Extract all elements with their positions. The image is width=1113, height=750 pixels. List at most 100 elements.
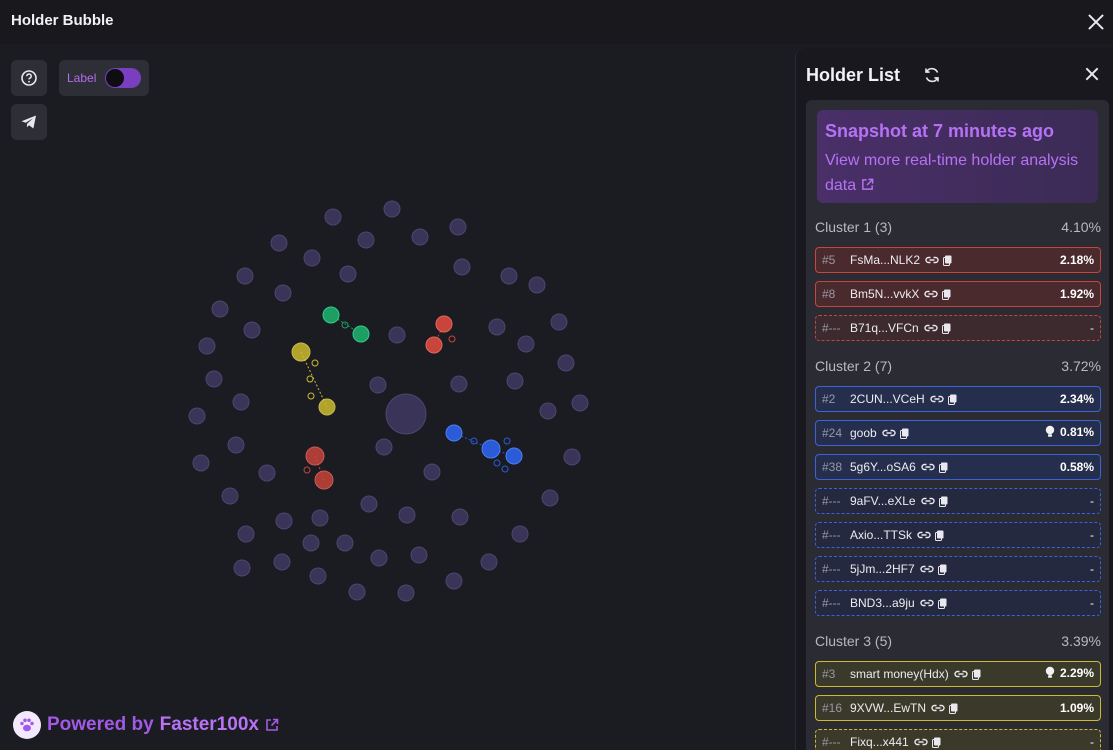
holder-bubble[interactable]: [270, 234, 288, 252]
link-icon[interactable]: [954, 669, 968, 679]
cluster-bubble[interactable]: [314, 470, 334, 490]
cluster-bubble[interactable]: [307, 392, 315, 400]
copy-icon[interactable]: [937, 564, 947, 575]
cluster-bubble[interactable]: [503, 437, 511, 445]
copy-icon[interactable]: [938, 462, 948, 473]
copy-icon[interactable]: [941, 323, 951, 334]
holder-bubble[interactable]: [500, 267, 518, 285]
holder-bubble[interactable]: [445, 572, 463, 590]
holder-bubble[interactable]: [563, 448, 581, 466]
cluster-header[interactable]: Cluster 1 (3) 4.10%: [815, 219, 1101, 239]
holder-bubble[interactable]: [557, 354, 575, 372]
brand-name[interactable]: Faster100x: [160, 714, 259, 736]
holder-bubble[interactable]: [205, 370, 223, 388]
holder-bubble[interactable]: [227, 436, 245, 454]
holder-row[interactable]: #--- Fixq...x441 -: [815, 729, 1101, 750]
copy-icon[interactable]: [899, 428, 909, 439]
cluster-bubble[interactable]: [425, 336, 443, 354]
holder-bubble[interactable]: [198, 337, 216, 355]
label-toggle[interactable]: Label: [59, 60, 149, 96]
holder-address[interactable]: goob: [850, 426, 877, 440]
holder-bubble[interactable]: [357, 231, 375, 249]
holder-bubble-map[interactable]: [180, 195, 600, 615]
copy-icon[interactable]: [931, 737, 941, 748]
holder-row[interactable]: #8 Bm5N...vvkX 1.92%: [815, 281, 1101, 307]
holder-address[interactable]: Axio...TTSk: [850, 528, 912, 542]
holder-bubble[interactable]: [511, 525, 529, 543]
holder-bubble[interactable]: [539, 402, 557, 420]
cluster-bubble[interactable]: [501, 465, 509, 473]
holder-bubble[interactable]: [506, 372, 524, 390]
holder-bubble[interactable]: [480, 553, 498, 571]
cluster-bubble[interactable]: [505, 447, 523, 465]
cluster-bubble[interactable]: [435, 315, 453, 333]
cluster-header[interactable]: Cluster 2 (7) 3.72%: [815, 358, 1101, 378]
holder-bubble[interactable]: [450, 375, 468, 393]
cluster-bubble[interactable]: [341, 321, 349, 329]
holder-bubble[interactable]: [528, 276, 546, 294]
holder-row[interactable]: #16 9XVW...EwTN 1.09%: [815, 695, 1101, 721]
holder-row[interactable]: #--- BND3...a9ju -: [815, 590, 1101, 616]
holder-bubble[interactable]: [449, 218, 467, 236]
link-icon[interactable]: [925, 255, 939, 265]
link-icon[interactable]: [924, 323, 938, 333]
holder-bubble[interactable]: [243, 321, 261, 339]
cluster-bubble[interactable]: [481, 439, 501, 459]
holder-bubble[interactable]: [571, 394, 589, 412]
holder-bubble[interactable]: [388, 326, 406, 344]
holder-bubble[interactable]: [309, 567, 327, 585]
holder-bubble[interactable]: [275, 512, 293, 530]
holder-bubble[interactable]: [237, 525, 255, 543]
copy-icon[interactable]: [943, 255, 952, 266]
link-icon[interactable]: [917, 530, 931, 540]
holder-bubble[interactable]: [274, 284, 292, 302]
copy-icon[interactable]: [937, 598, 947, 609]
holder-bubble[interactable]: [410, 546, 428, 564]
holder-bubble[interactable]: [398, 506, 416, 524]
copy-icon[interactable]: [949, 703, 958, 714]
holder-bubble[interactable]: [336, 534, 354, 552]
holder-bubble[interactable]: [453, 258, 471, 276]
copy-icon[interactable]: [942, 289, 951, 300]
holder-address[interactable]: Bm5N...vvkX: [850, 287, 919, 301]
link-icon[interactable]: [930, 394, 944, 404]
cluster-bubble[interactable]: [311, 359, 319, 367]
holder-address[interactable]: 5jJm...2HF7: [850, 562, 915, 576]
holder-bubble[interactable]: [311, 509, 329, 527]
holder-bubble[interactable]: [550, 313, 568, 331]
holder-address[interactable]: FsMa...NLK2: [850, 253, 920, 267]
cluster-bubble[interactable]: [470, 437, 478, 445]
holder-row[interactable]: #5 FsMa...NLK2 2.18%: [815, 247, 1101, 273]
holder-bubble[interactable]: [302, 534, 320, 552]
holder-bubble[interactable]: [339, 265, 357, 283]
holder-bubble[interactable]: [488, 318, 506, 336]
holder-bubble[interactable]: [423, 463, 441, 481]
link-icon[interactable]: [920, 598, 934, 608]
holder-address[interactable]: Fixq...x441: [850, 735, 909, 749]
cluster-bubble[interactable]: [318, 398, 336, 416]
holder-address[interactable]: 9XVW...EwTN: [850, 701, 926, 715]
copy-icon[interactable]: [935, 530, 944, 541]
holder-bubble[interactable]: [192, 454, 210, 472]
link-icon[interactable]: [920, 496, 935, 506]
holder-bubble[interactable]: [236, 267, 254, 285]
holder-bubble[interactable]: [232, 393, 250, 411]
holder-bubble[interactable]: [397, 584, 415, 602]
cluster-bubble[interactable]: [445, 424, 463, 442]
holder-row[interactable]: #38 5g6Y...oSA6 0.58%: [815, 454, 1101, 480]
powered-by-link[interactable]: Powered by Faster100x: [13, 711, 279, 739]
cluster-bubble[interactable]: [493, 459, 501, 467]
link-icon[interactable]: [882, 428, 896, 438]
cluster-bubble[interactable]: [352, 325, 370, 343]
holder-address[interactable]: 5g6Y...oSA6: [850, 460, 916, 474]
holder-bubble[interactable]: [211, 300, 229, 318]
holder-row[interactable]: #24 goob 0.81%: [815, 420, 1101, 446]
holder-bubble[interactable]: [517, 335, 535, 353]
holder-bubble[interactable]: [258, 464, 276, 482]
holder-bubble[interactable]: [233, 559, 251, 577]
holder-address[interactable]: B71q...VFCn: [850, 321, 919, 335]
holder-row[interactable]: #--- Axio...TTSk -: [815, 522, 1101, 548]
holder-row[interactable]: #--- 9aFV...eXLe -: [815, 488, 1101, 514]
holder-bubble[interactable]: [221, 487, 239, 505]
close-icon[interactable]: [1087, 13, 1105, 31]
